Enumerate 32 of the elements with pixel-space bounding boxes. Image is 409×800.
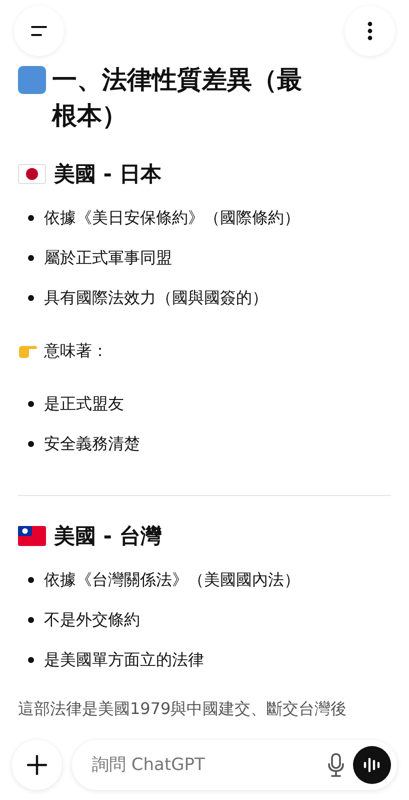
bullet-icon [28, 254, 34, 260]
list-item: 具有國際法效力（國與國簽的） [44, 287, 268, 309]
microphone-button[interactable] [327, 753, 345, 777]
waveform-icon [363, 757, 381, 773]
note-text: 意味著： [44, 340, 108, 362]
list-item: 是正式盟友 [44, 393, 124, 415]
list-item: 依據《美日安保條約》（國際條約） [44, 207, 300, 229]
number-icon [18, 66, 46, 94]
flag-icon [18, 526, 46, 546]
list-item: 安全義務清楚 [44, 433, 140, 455]
bullet-icon [28, 214, 34, 220]
bullet-icon [28, 440, 34, 446]
voice-button[interactable] [353, 746, 391, 784]
section-heading: 一、法律性質差異（最根本） [52, 64, 303, 132]
list-item: 屬於正式軍事同盟 [44, 247, 172, 269]
bullet-icon [28, 576, 34, 582]
subheading: 美國 - 台灣 [54, 523, 162, 550]
bullet-icon [28, 616, 34, 622]
list-item: 依據《台灣關係法》（美國國內法） [44, 569, 300, 591]
bullet-icon [28, 294, 34, 300]
microphone-icon [327, 753, 345, 777]
bullet-icon [28, 656, 34, 662]
plus-icon [27, 755, 47, 775]
list-item: 不是外交條約 [44, 609, 140, 631]
menu-icon [30, 25, 48, 37]
paragraph: 這部法律是美國1979與中國建交、斷交台灣後 [18, 698, 348, 720]
message-input[interactable]: 詢問 ChatGPT [90, 754, 319, 776]
list-item: 是美國單方面立的法律 [44, 649, 204, 671]
more-icon [367, 21, 373, 41]
flag-icon [18, 164, 46, 184]
bullet-icon [28, 400, 34, 406]
subheading: 美國 - 日本 [54, 161, 162, 188]
